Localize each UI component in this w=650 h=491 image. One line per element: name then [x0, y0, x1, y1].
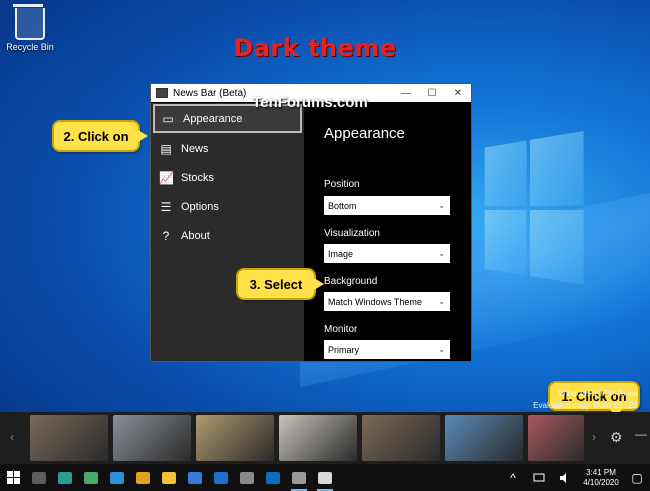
callout-step-3: 3. Select	[236, 268, 324, 300]
monitor-icon: ▭	[162, 111, 174, 126]
network-icon[interactable]	[526, 464, 552, 491]
position-value: Bottom	[328, 200, 357, 211]
windows-logo-icon	[6, 471, 20, 484]
visualization-dropdown[interactable]: Image ⌄	[324, 244, 450, 263]
chevron-down-icon: ⌄	[438, 249, 445, 258]
outlook-taskbar-button[interactable]	[260, 464, 286, 491]
chrome-taskbar-button[interactable]	[130, 464, 156, 491]
news-thumbnail[interactable]	[445, 415, 523, 461]
news-thumbnail[interactable]	[113, 415, 191, 461]
chevron-down-icon: ⌄	[438, 297, 445, 306]
store-bag-icon	[240, 471, 254, 484]
edge-dev-icon	[110, 471, 124, 484]
news-bar-icon	[318, 471, 332, 484]
sidebar-item-about[interactable]: ? About	[151, 221, 304, 250]
task-view-taskbar-button[interactable]	[26, 464, 52, 491]
previous-arrow-icon[interactable]: ‹	[10, 430, 14, 444]
sidebar: ▭ Appearance ▤ News 📈 Stocks ☰ Options ?…	[151, 103, 304, 361]
news-thumbnail[interactable]	[362, 415, 440, 461]
sidebar-item-news[interactable]: ▤ News	[151, 134, 304, 163]
tray-chevron-icon[interactable]: ^	[500, 464, 526, 491]
taskbar: ^ 3:41 PM 4/10/2020 ▢	[0, 464, 650, 491]
news-bar-taskbar-button[interactable]	[312, 464, 338, 491]
sidebar-item-label: Appearance	[183, 112, 243, 125]
clock[interactable]: 3:41 PM 4/10/2020	[578, 468, 624, 488]
news-thumbnail[interactable]	[30, 415, 108, 461]
headline: Dark theme	[233, 34, 397, 62]
background-label: Background	[324, 276, 378, 287]
edge-beta-icon	[84, 471, 98, 484]
system-tray: ^ 3:41 PM 4/10/2020 ▢	[500, 464, 650, 491]
help-icon: ?	[162, 228, 170, 243]
file-explorer-taskbar-button[interactable]	[156, 464, 182, 491]
store-icon	[188, 471, 202, 484]
windows-logo-light	[484, 130, 588, 290]
minimize-bar-icon[interactable]: —	[635, 427, 647, 441]
settings-taskbar-button[interactable]	[286, 464, 312, 491]
news-bar-settings-window: News Bar (Beta) — ☐ ✕ ▭ Appearance ▤ New…	[150, 83, 472, 362]
mail-icon	[214, 471, 228, 484]
news-icon: ▤	[160, 141, 172, 156]
news-thumbnail[interactable]	[279, 415, 357, 461]
next-arrow-icon[interactable]: ›	[592, 430, 596, 444]
chevron-down-icon: ⌄	[438, 201, 445, 210]
background-value: Match Windows Theme	[328, 296, 422, 307]
settings-icon	[292, 471, 306, 484]
sidebar-item-label: Stocks	[181, 171, 215, 184]
position-dropdown[interactable]: Bottom ⌄	[324, 196, 450, 215]
notification-icon[interactable]: ▢	[624, 464, 650, 491]
edge-beta-taskbar-button[interactable]	[78, 464, 104, 491]
edge-taskbar-button[interactable]	[52, 464, 78, 491]
start-button[interactable]	[0, 464, 26, 491]
appearance-panel: Appearance Position Bottom ⌄ Visualizati…	[304, 103, 471, 361]
panel-heading: Appearance	[324, 125, 405, 142]
edge-icon	[58, 471, 72, 484]
options-icon: ☰	[160, 199, 172, 214]
background-dropdown[interactable]: Match Windows Theme ⌄	[324, 292, 450, 311]
visualization-value: Image	[328, 248, 354, 259]
monitor-dropdown[interactable]: Primary ⌄	[324, 340, 450, 359]
sidebar-item-label: Options	[181, 200, 219, 213]
monitor-value: Primary	[328, 344, 359, 355]
mail-taskbar-button[interactable]	[208, 464, 234, 491]
sidebar-item-label: News	[181, 142, 209, 155]
evaluation-watermark: Windows 10 Pro fo ew Evaluation copy. Bu…	[533, 389, 638, 410]
news-thumbnail[interactable]	[528, 415, 584, 461]
sidebar-item-stocks[interactable]: 📈 Stocks	[151, 163, 304, 192]
clock-date: 4/10/2020	[583, 477, 619, 487]
file-explorer-icon	[162, 471, 176, 484]
position-label: Position	[324, 179, 360, 190]
edge-dev-taskbar-button[interactable]	[104, 464, 130, 491]
pinned-apps	[26, 464, 338, 491]
gear-icon[interactable]: ⚙	[610, 429, 623, 446]
news-bar: ‹ › ⚙ —	[0, 412, 650, 464]
sidebar-item-options[interactable]: ☰ Options	[151, 192, 304, 221]
site-brand: TenForums.com	[252, 94, 368, 111]
news-thumbnail[interactable]	[196, 415, 274, 461]
callout-step-2: 2. Click on	[52, 120, 148, 152]
chrome-icon	[136, 471, 150, 484]
store-bag-taskbar-button[interactable]	[234, 464, 260, 491]
stocks-icon: 📈	[159, 170, 174, 185]
volume-icon[interactable]	[552, 464, 578, 491]
clock-time: 3:41 PM	[586, 467, 616, 477]
chevron-down-icon: ⌄	[438, 345, 445, 354]
sidebar-item-label: About	[181, 229, 210, 242]
monitor-label: Monitor	[324, 324, 358, 335]
store-taskbar-button[interactable]	[182, 464, 208, 491]
task-view-icon	[32, 471, 46, 484]
outlook-icon	[266, 471, 280, 484]
visualization-label: Visualization	[324, 228, 380, 239]
